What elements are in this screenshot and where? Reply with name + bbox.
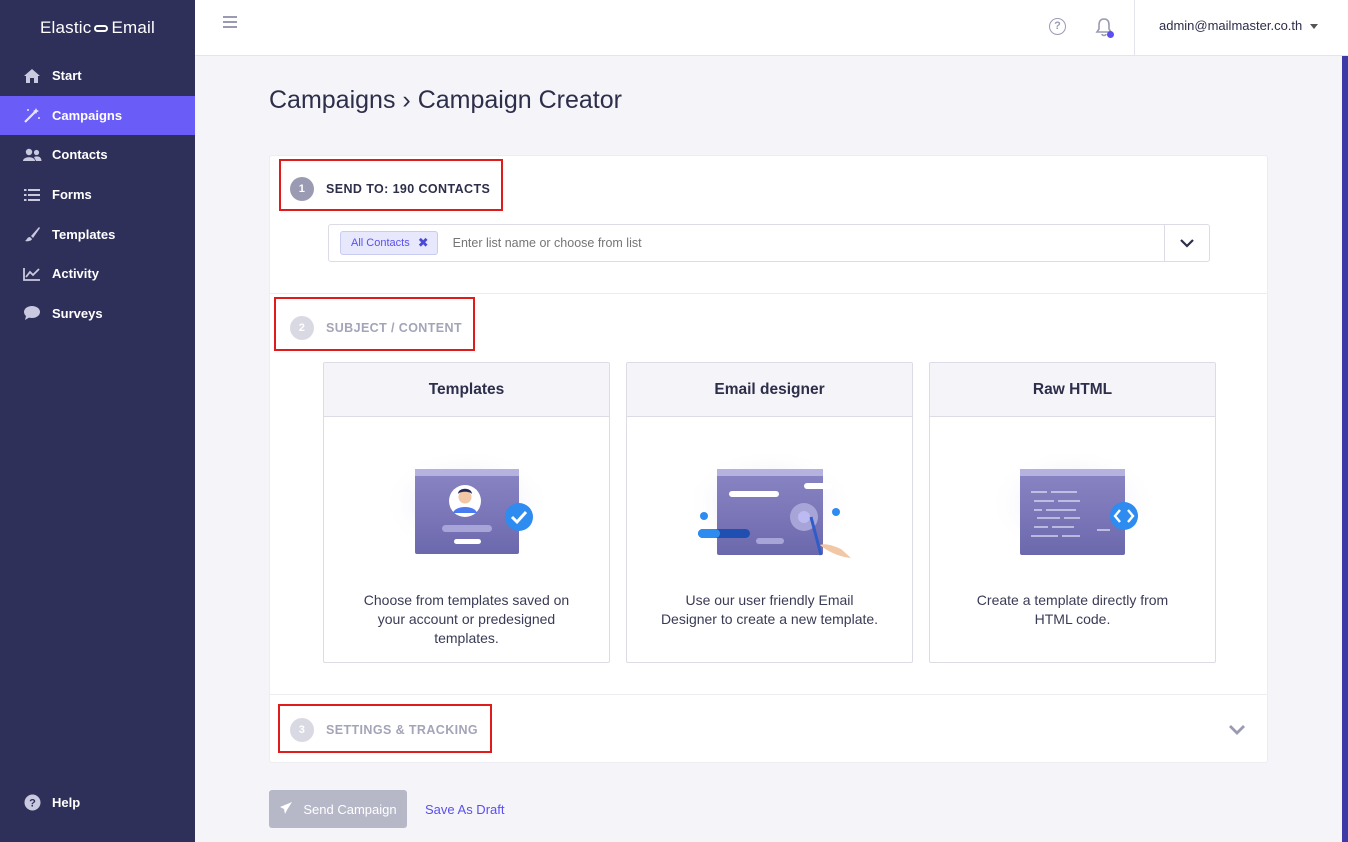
recipient-chip: All Contacts ✖	[340, 231, 438, 255]
sidebar-item-label: Contacts	[52, 147, 108, 163]
svg-text:?: ?	[29, 797, 36, 809]
brush-icon	[22, 226, 42, 242]
breadcrumb-current: Campaign Creator	[417, 86, 622, 114]
app-logo[interactable]: Elastic Email	[0, 0, 195, 56]
right-edge-strip	[1342, 56, 1348, 842]
sidebar-item-activity[interactable]: Activity	[0, 254, 195, 294]
hamburger-menu-icon[interactable]	[223, 16, 237, 30]
highlight-box	[278, 704, 492, 753]
page-title: Campaigns › Campaign Creator	[269, 86, 622, 115]
breadcrumb-parent[interactable]: Campaigns	[269, 86, 395, 114]
sidebar-item-label: Activity	[52, 266, 99, 282]
chat-bubble-icon	[22, 305, 42, 321]
highlight-box	[274, 297, 475, 351]
notification-dot	[1107, 31, 1114, 38]
sidebar-item-label: Surveys	[52, 305, 103, 321]
email-designer-option-card[interactable]: Email designer Use our user friendly Ema…	[626, 362, 913, 663]
sidebar-item-label: Help	[52, 794, 81, 810]
sidebar-item-help[interactable]: ? Help	[0, 782, 195, 822]
campaign-creator-card: 1 SEND TO: 190 CONTACTS All Contacts ✖ 2…	[269, 155, 1268, 763]
option-title: Email designer	[627, 363, 912, 417]
sidebar-item-forms[interactable]: Forms	[0, 175, 195, 215]
list-icon	[22, 187, 42, 203]
remove-chip-icon[interactable]: ✖	[418, 235, 429, 251]
email-designer-illustration	[627, 433, 912, 563]
logo-text-right: Email	[111, 18, 155, 37]
logo-text-left: Elastic	[40, 18, 92, 37]
line-chart-icon	[22, 266, 42, 282]
highlight-box	[279, 159, 503, 211]
recipient-search-input[interactable]	[452, 236, 1164, 250]
user-menu[interactable]: admin@mailmaster.co.th	[1159, 18, 1319, 33]
sidebar-nav: Start Campaigns Contacts Forms Templates	[0, 56, 195, 333]
save-as-draft-link[interactable]: Save As Draft	[425, 802, 504, 817]
sidebar-item-label: Start	[52, 68, 82, 84]
sidebar-item-campaigns[interactable]: Campaigns	[0, 95, 195, 136]
caret-down-icon	[1310, 24, 1319, 29]
option-description: Create a template directly from HTML cod…	[976, 592, 1169, 627]
option-description: Use our user friendly Email Designer to …	[660, 592, 879, 627]
sidebar-item-start[interactable]: Start	[0, 56, 195, 96]
sidebar-item-label: Campaigns	[52, 107, 123, 123]
sidebar-item-surveys[interactable]: Surveys	[0, 294, 195, 334]
sidebar-item-label: Forms	[52, 187, 92, 203]
send-campaign-button[interactable]: Send Campaign	[269, 790, 407, 828]
home-icon	[22, 68, 42, 84]
top-bar: ? admin@mailmaster.co.th	[195, 0, 1348, 56]
users-icon	[22, 147, 42, 163]
section-divider	[270, 694, 1267, 695]
magic-wand-icon	[22, 107, 42, 124]
help-icon[interactable]: ?	[1049, 18, 1066, 35]
raw-html-illustration	[930, 433, 1215, 563]
paper-plane-icon	[279, 801, 293, 818]
templates-option-card[interactable]: Templates Choose from templates saved on…	[323, 362, 610, 663]
section-divider	[270, 293, 1267, 294]
chip-label: All Contacts	[351, 237, 410, 249]
recipient-list-select[interactable]: All Contacts ✖	[328, 224, 1210, 262]
question-circle-icon: ?	[22, 794, 42, 811]
templates-illustration	[324, 433, 609, 563]
option-title: Templates	[324, 363, 609, 417]
user-email: admin@mailmaster.co.th	[1159, 18, 1303, 33]
expand-chevron-icon[interactable]	[1228, 723, 1246, 735]
chevron-down-icon[interactable]	[1164, 225, 1209, 261]
option-description: Choose from templates saved on your acco…	[363, 592, 570, 646]
raw-html-option-card[interactable]: Raw HTML Create a template directly from…	[929, 362, 1216, 663]
topbar-divider	[1134, 0, 1135, 56]
send-campaign-label: Send Campaign	[303, 801, 397, 817]
sidebar-item-label: Templates	[52, 226, 116, 242]
sidebar-item-templates[interactable]: Templates	[0, 214, 195, 254]
sidebar-item-contacts[interactable]: Contacts	[0, 135, 195, 175]
logo-link-icon	[94, 24, 109, 32]
option-title: Raw HTML	[930, 363, 1215, 417]
sidebar: Elastic Email Start Campaigns Contacts F…	[0, 0, 195, 842]
breadcrumb-separator: ›	[402, 86, 411, 114]
